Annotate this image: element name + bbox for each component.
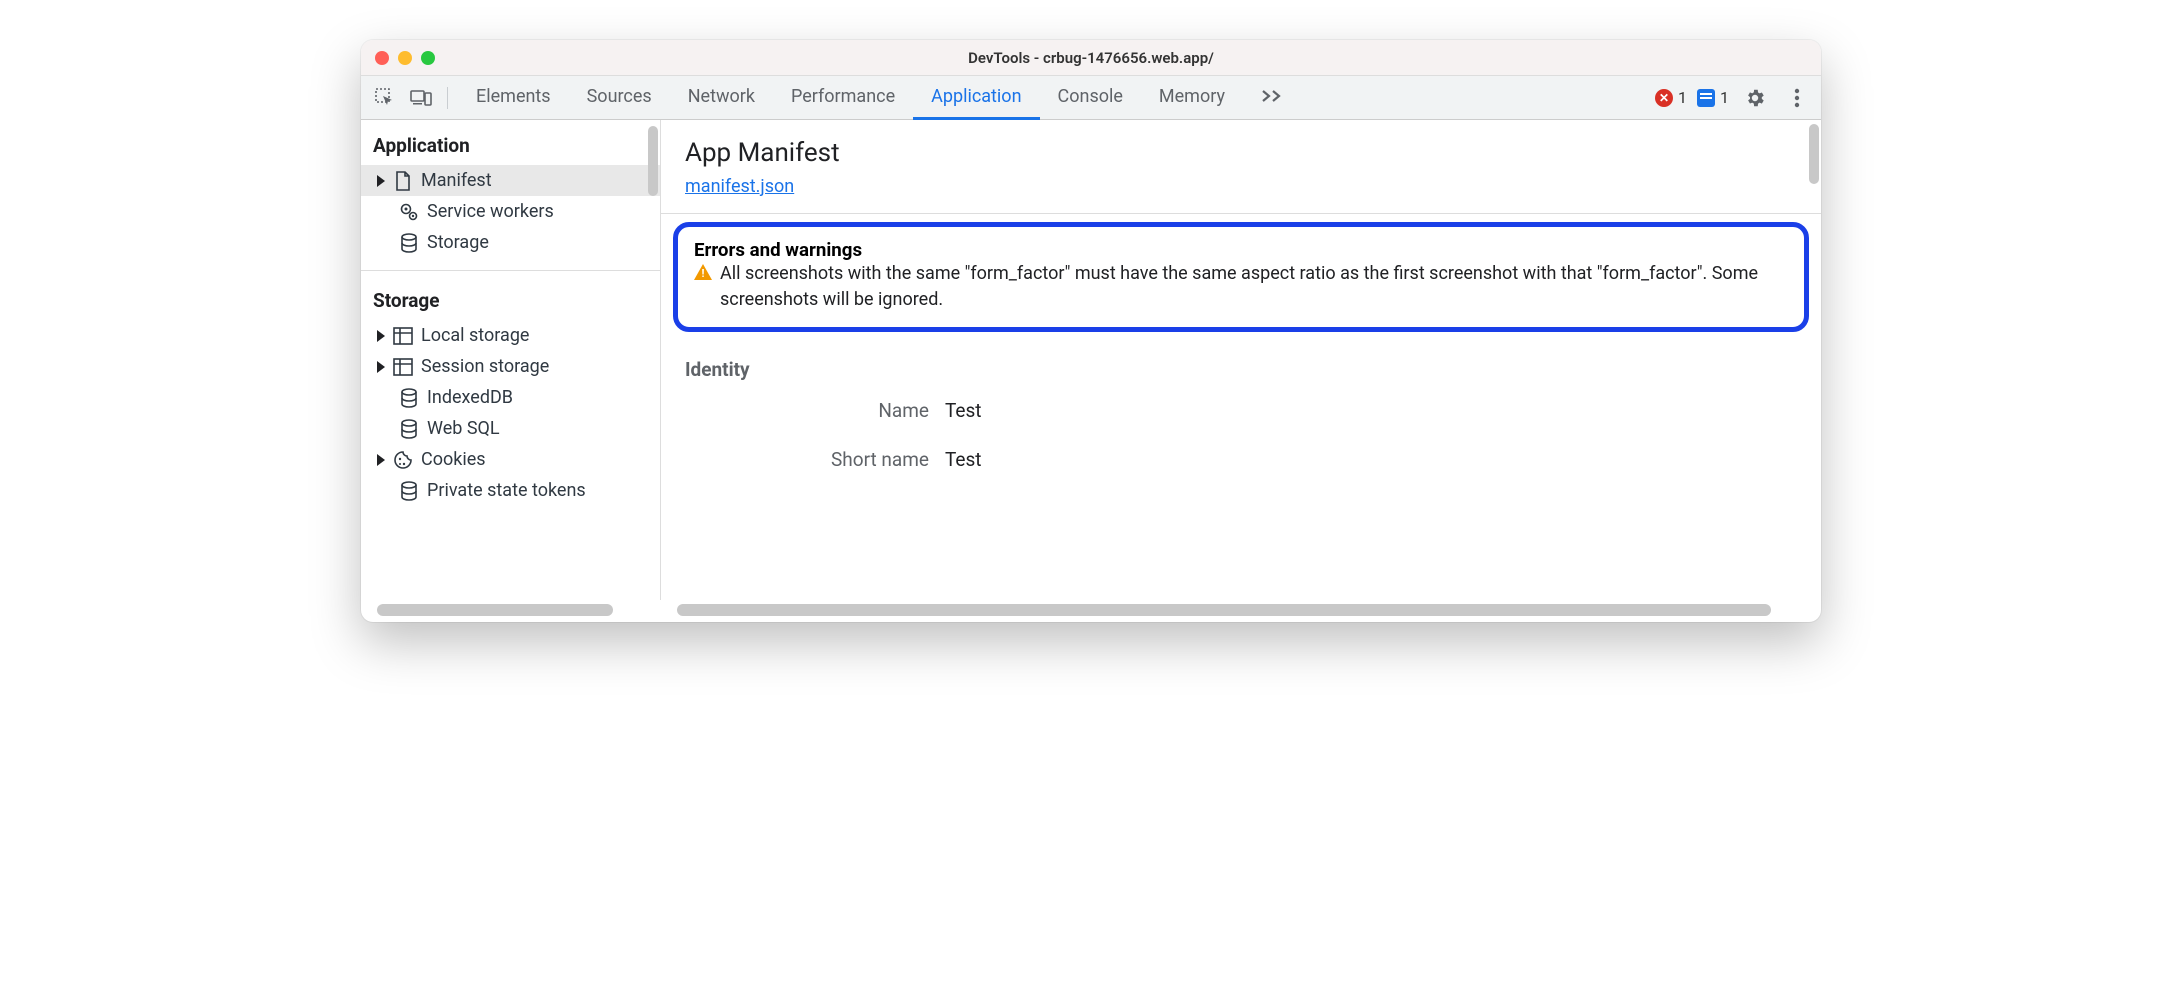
inspect-element-icon[interactable]	[369, 82, 401, 114]
window-title: DevTools - crbug-1476656.web.app/	[361, 49, 1821, 67]
main-h-scrollbar[interactable]	[677, 604, 1805, 616]
errors-warnings-section: Errors and warnings All screenshots with…	[673, 222, 1809, 332]
sidebar-item-label: Session storage	[421, 356, 549, 377]
more-menu-icon[interactable]	[1781, 82, 1813, 114]
sidebar-item-label: Storage	[427, 232, 489, 253]
sidebar-item-indexeddb[interactable]: IndexedDB	[361, 382, 660, 413]
window-controls	[375, 51, 435, 65]
db-icon	[399, 233, 419, 253]
sidebar-item-service-workers[interactable]: Service workers	[361, 196, 660, 227]
sidebar-item-websql[interactable]: Web SQL	[361, 413, 660, 444]
sidebar-h-scrollbar[interactable]	[377, 604, 645, 616]
panel-tabs: Elements Sources Network Performance App…	[458, 76, 1651, 120]
sidebar-item-local-storage[interactable]: Local storage	[361, 320, 660, 351]
manifest-link[interactable]: manifest.json	[685, 176, 794, 197]
toolbar-divider	[447, 87, 448, 109]
errors-warnings-heading: Errors and warnings	[694, 239, 1788, 261]
identity-shortname-key: Short name	[685, 448, 945, 471]
bottom-scroll-region	[361, 600, 1821, 622]
sidebar-item-private-state-tokens[interactable]: Private state tokens	[361, 475, 660, 506]
identity-section: Identity Name Test Short name Test	[661, 344, 1821, 489]
gears-icon	[399, 202, 419, 222]
table-icon	[393, 357, 413, 377]
application-sidebar: Application Manifest Service workers	[361, 120, 661, 600]
db-icon	[399, 481, 419, 501]
cookie-icon	[393, 450, 413, 470]
file-icon	[393, 171, 413, 191]
sidebar-item-label: Local storage	[421, 325, 529, 346]
tab-sources[interactable]: Sources	[569, 76, 670, 120]
tab-performance[interactable]: Performance	[773, 76, 913, 120]
db-icon	[399, 388, 419, 408]
sidebar-item-label: Private state tokens	[427, 480, 586, 501]
tab-memory[interactable]: Memory	[1141, 76, 1243, 120]
maximize-window-button[interactable]	[421, 51, 435, 65]
sidebar-item-storage[interactable]: Storage	[361, 227, 660, 258]
caret-icon	[377, 330, 385, 342]
sidebar-item-manifest[interactable]: Manifest	[361, 165, 660, 196]
message-count: 1	[1720, 88, 1729, 107]
identity-name-key: Name	[685, 399, 945, 422]
section-divider	[661, 213, 1821, 214]
sidebar-item-label: Manifest	[421, 170, 492, 191]
tab-console[interactable]: Console	[1040, 76, 1141, 120]
main-toolbar: Elements Sources Network Performance App…	[361, 76, 1821, 120]
error-icon: ✕	[1655, 89, 1673, 107]
caret-icon	[377, 454, 385, 466]
tab-network[interactable]: Network	[670, 76, 773, 120]
message-icon	[1697, 89, 1715, 107]
settings-icon[interactable]	[1739, 82, 1771, 114]
identity-heading: Identity	[685, 358, 1797, 381]
tab-application[interactable]: Application	[913, 76, 1039, 120]
caret-icon	[377, 175, 385, 187]
sidebar-scrollbar[interactable]	[648, 126, 658, 196]
message-count-badge[interactable]: 1	[1697, 88, 1729, 107]
sidebar-item-label: IndexedDB	[427, 387, 513, 408]
device-toolbar-icon[interactable]	[405, 82, 437, 114]
sidebar-section-application: Application	[361, 120, 660, 165]
warning-row: All screenshots with the same "form_fact…	[694, 261, 1788, 313]
sidebar-item-label: Web SQL	[427, 418, 500, 439]
warning-icon	[694, 264, 712, 280]
tab-elements[interactable]: Elements	[458, 76, 569, 120]
panel-body: Application Manifest Service workers	[361, 120, 1821, 600]
error-count: 1	[1678, 88, 1687, 107]
db-icon	[399, 419, 419, 439]
more-tabs-button[interactable]	[1243, 76, 1301, 120]
main-scrollbar[interactable]	[1809, 124, 1819, 184]
sidebar-item-label: Cookies	[421, 449, 486, 470]
identity-shortname-value: Test	[945, 448, 1797, 471]
caret-icon	[377, 361, 385, 373]
minimize-window-button[interactable]	[398, 51, 412, 65]
sidebar-divider	[361, 270, 660, 271]
close-window-button[interactable]	[375, 51, 389, 65]
sidebar-item-label: Service workers	[427, 201, 554, 222]
titlebar: DevTools - crbug-1476656.web.app/	[361, 40, 1821, 76]
table-icon	[393, 326, 413, 346]
sidebar-item-session-storage[interactable]: Session storage	[361, 351, 660, 382]
warning-text: All screenshots with the same "form_fact…	[720, 261, 1788, 313]
sidebar-item-cookies[interactable]: Cookies	[361, 444, 660, 475]
devtools-window: DevTools - crbug-1476656.web.app/ Elemen…	[361, 40, 1821, 622]
panel-title: App Manifest	[661, 120, 1821, 172]
error-count-badge[interactable]: ✕ 1	[1655, 88, 1687, 107]
sidebar-section-storage: Storage	[361, 275, 660, 320]
main-panel: App Manifest manifest.json Errors and wa…	[661, 120, 1821, 600]
identity-name-value: Test	[945, 399, 1797, 422]
